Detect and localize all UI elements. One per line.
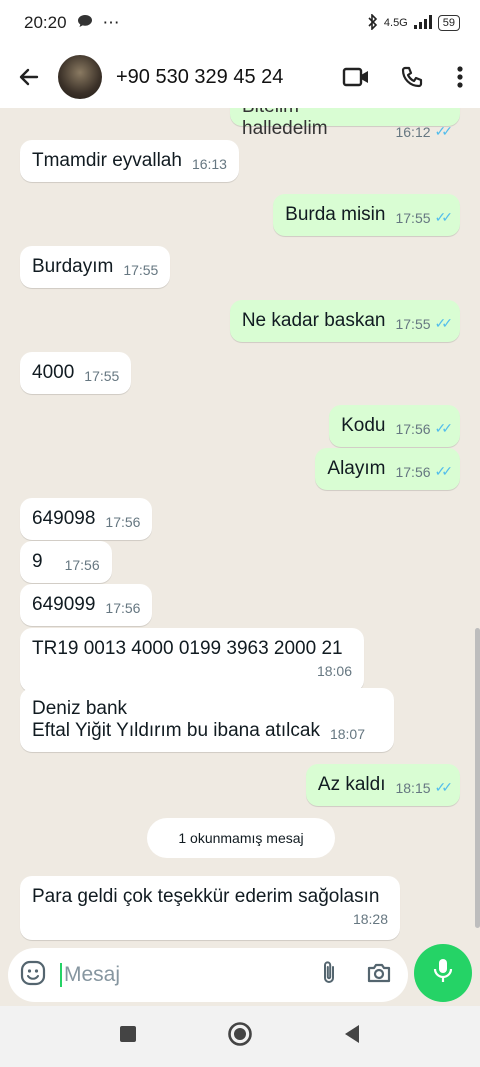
back-arrow-icon[interactable] (0, 46, 58, 108)
voice-call-icon[interactable] (384, 46, 440, 108)
message-incoming[interactable]: TR19 0013 4000 0199 3963 2000 21 18:06 (20, 628, 364, 692)
message-time: 18:28 (352, 911, 388, 927)
more-options-icon[interactable] (440, 46, 480, 108)
message-incoming[interactable]: Tmamdir eyvallah 16:13 (20, 140, 239, 182)
message-text: Burdayım (32, 256, 114, 277)
bluetooth-icon (368, 12, 378, 33)
message-incoming[interactable]: 649098 17:56 (20, 498, 153, 540)
message-text: Burda misin (285, 204, 386, 225)
message-time: 16:13 (191, 156, 227, 172)
message-time: 17:56 (395, 421, 431, 437)
attach-icon[interactable] (320, 960, 338, 991)
more-notifications-icon: ⋯ (102, 13, 120, 32)
status-bar: 20:20 ⋯ 4.5G 59 (0, 0, 480, 46)
message-time: 17:56 (395, 464, 431, 480)
message-composer: Mesaj (0, 944, 480, 1006)
emoji-icon[interactable] (20, 960, 46, 991)
message-text: Tmamdir eyvallah (32, 150, 182, 171)
message-time: 18:15 (395, 780, 431, 796)
contact-name[interactable]: +90 530 329 45 24 (116, 66, 328, 89)
read-ticks-icon: ✓✓ (434, 463, 454, 479)
message-text: Kodu (341, 415, 386, 436)
network-label: 4.5G (383, 17, 408, 29)
read-ticks-icon: ✓✓ (434, 123, 454, 139)
message-outgoing[interactable]: Bitelim halledelim 16:12 ✓✓ (230, 108, 460, 140)
chat-notification-icon (77, 13, 93, 33)
message-time: 17:55 (395, 316, 431, 332)
message-text: 4000 (32, 362, 75, 383)
voice-message-button[interactable] (414, 944, 472, 1002)
read-ticks-icon: ✓✓ (434, 209, 454, 225)
message-text: 649098 (32, 508, 96, 529)
message-outgoing[interactable]: Kodu 17:56 ✓✓ (329, 405, 460, 447)
message-time: 17:55 (395, 210, 431, 226)
message-incoming[interactable]: 649099 17:56 (20, 584, 153, 626)
message-input-container[interactable]: Mesaj (8, 948, 408, 1002)
message-outgoing[interactable]: Az kaldı 18:15 ✓✓ (305, 764, 460, 806)
home-icon[interactable] (227, 1021, 253, 1052)
message-incoming[interactable]: Burdayım 17:55 (20, 246, 171, 288)
microphone-icon (433, 958, 453, 989)
read-ticks-icon: ✓✓ (434, 315, 454, 331)
signal-icon (413, 14, 432, 32)
message-time: 18:07 (329, 726, 366, 742)
message-outgoing[interactable]: Alayım 17:56 ✓✓ (315, 448, 460, 490)
message-incoming[interactable]: Para geldi çok teşekkür ederim sağolasın… (20, 876, 400, 940)
recent-apps-icon[interactable] (119, 1025, 137, 1048)
message-text: TR19 0013 4000 0199 3963 2000 21 (32, 638, 343, 659)
message-input[interactable]: Mesaj (60, 963, 320, 987)
chat-header: +90 530 329 45 24 (0, 46, 480, 108)
chat-area[interactable]: Bitelim halledelim 16:12 ✓✓ Tmamdir eyva… (0, 108, 480, 944)
message-text: Para geldi çok teşekkür ederim sağolasın (32, 886, 380, 907)
message-text: Az kaldı (317, 774, 386, 795)
battery-indicator: 59 (437, 15, 460, 31)
chat-scrollbar[interactable] (475, 628, 480, 928)
message-text: Ne kadar baskan (241, 310, 386, 331)
message-time: 17:56 (105, 514, 141, 530)
back-icon[interactable] (343, 1024, 361, 1049)
message-text-line: Eftal Yiğit Yıldırım bu ibana atılcak (32, 720, 320, 741)
message-incoming[interactable]: 4000 17:55 (20, 352, 132, 394)
message-time: 17:56 (105, 600, 141, 616)
message-time: 17:56 (64, 557, 100, 573)
message-time: 17:55 (84, 368, 120, 384)
status-time: 20:20 (24, 13, 67, 32)
message-incoming[interactable]: Deniz bank Eftal Yiğit Yıldırım bu ibana… (20, 688, 394, 752)
read-ticks-icon: ✓✓ (434, 779, 454, 795)
message-outgoing[interactable]: Burda misin 17:55 ✓✓ (273, 194, 460, 236)
message-outgoing[interactable]: Ne kadar baskan 17:55 ✓✓ (229, 300, 460, 342)
message-text: 649099 (32, 594, 96, 615)
unread-messages-banner: 1 okunmamış mesaj (147, 818, 335, 858)
message-text: Bitelim halledelim (242, 108, 328, 139)
avatar[interactable] (58, 55, 102, 99)
message-time: 18:06 (316, 663, 352, 679)
camera-icon[interactable] (366, 962, 392, 989)
read-ticks-icon: ✓✓ (434, 420, 454, 436)
message-text: 9 (32, 551, 43, 572)
message-incoming[interactable]: 9 17:56 (20, 541, 112, 583)
message-time: 16:12 (395, 124, 431, 140)
message-time: 17:55 (123, 262, 159, 278)
message-text-line: Deniz bank (32, 698, 128, 719)
message-text: Alayım (327, 458, 386, 479)
system-navigation-bar (0, 1006, 480, 1067)
video-call-icon[interactable] (328, 46, 384, 108)
